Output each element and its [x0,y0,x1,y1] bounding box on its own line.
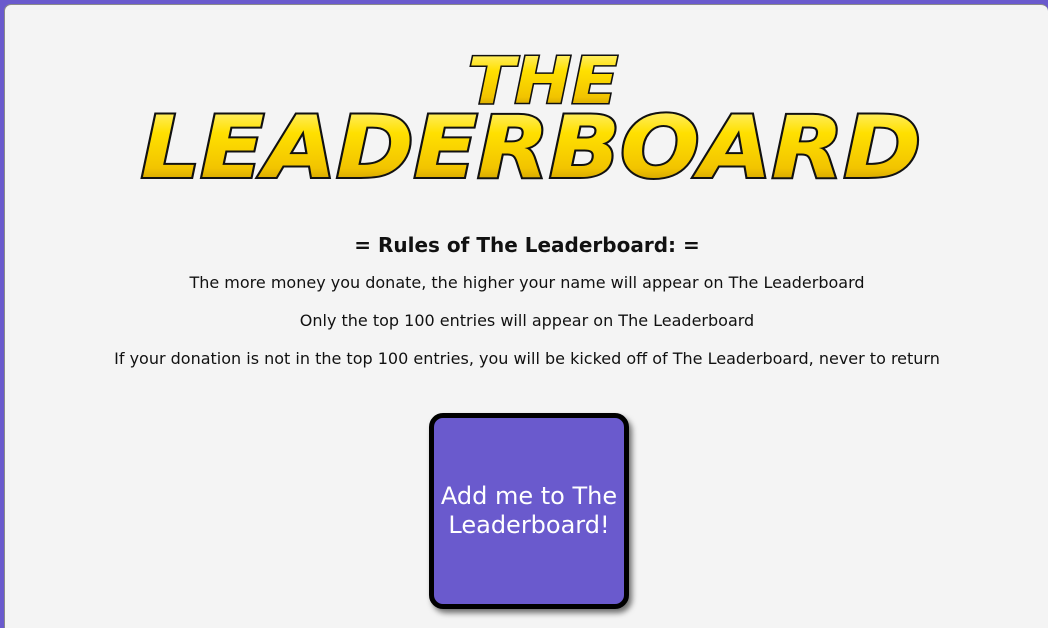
rules-heading: = Rules of The Leaderboard: = [354,233,700,257]
logo-line-leaderboard: LEADERBOARD [141,98,921,189]
page-frame: THE LEADERBOARD = Rules of The Leaderboa… [4,4,1048,628]
rule-item: Only the top 100 entries will appear on … [299,311,755,330]
leaderboard-logo: THE LEADERBOARD [139,44,923,190]
rule-item: If your donation is not in the top 100 e… [114,349,940,368]
add-me-button-label: Add me to The Leaderboard! [440,482,618,539]
add-me-button[interactable]: Add me to The Leaderboard! [429,413,629,609]
rule-item: The more money you donate, the higher yo… [189,273,865,292]
